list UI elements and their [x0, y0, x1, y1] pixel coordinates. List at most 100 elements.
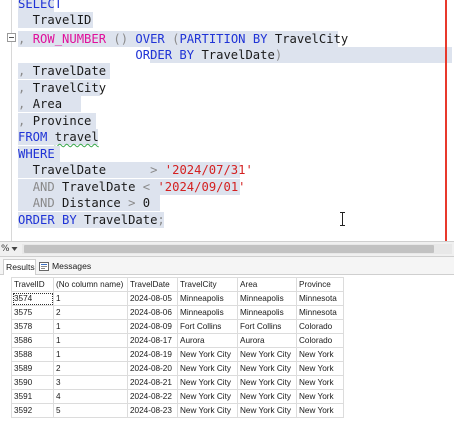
table-row[interactable]: 3588 1 2024-08-19 New York City New York Cit…: [11, 347, 344, 362]
query-editor[interactable]: SELECT TravelID , ROW_NUMBER () OVER (PAR…: [0, 0, 454, 241]
code-line[interactable]: AND Distance > 0: [18, 195, 150, 211]
table-cell[interactable]: New York City: [177, 403, 238, 418]
table-cell[interactable]: 2024-08-06: [127, 305, 178, 320]
table-row[interactable]: 3592 5 2024-08-23 New York City New York Cit…: [11, 403, 344, 418]
table-cell[interactable]: 3592: [11, 403, 54, 418]
collapse-toggle-icon[interactable]: [7, 33, 16, 42]
table-cell[interactable]: 2024-08-09: [127, 319, 178, 334]
table-cell[interactable]: 5: [53, 403, 128, 418]
table-cell[interactable]: 2024-08-21: [127, 375, 178, 390]
table-cell[interactable]: 1: [53, 333, 128, 348]
code-line[interactable]: ORDER BY TravelDate;: [18, 212, 165, 228]
code-line[interactable]: , Province: [18, 113, 91, 129]
code-line[interactable]: , Area: [18, 96, 62, 112]
table-cell[interactable]: Minnesota: [296, 291, 344, 306]
code-token: Province: [32, 114, 92, 128]
table-cell[interactable]: Aurora: [237, 333, 297, 348]
table-row[interactable]: 3575 2 2024-08-06 Minneapolis Minneapolis Min…: [11, 305, 344, 320]
table-row[interactable]: 3578 1 2024-08-09 Fort Collins Fort Collins C…: [11, 319, 344, 334]
code-line[interactable]: , ROW_NUMBER () OVER (PARTITION BY Trave…: [18, 31, 348, 47]
code-line[interactable]: FROM travel: [18, 129, 99, 145]
change-indicator-bar: [445, 0, 447, 241]
table-cell[interactable]: Minneapolis: [237, 305, 297, 320]
zoom-level[interactable]: %: [0, 242, 10, 256]
column-header[interactable]: (No column name): [53, 277, 128, 292]
table-cell[interactable]: 1: [53, 291, 128, 306]
table-cell[interactable]: New York: [296, 403, 344, 418]
table-cell[interactable]: Colorado: [296, 333, 344, 348]
code-line[interactable]: AND TravelDate < '2024/09/01': [18, 179, 246, 195]
table-cell[interactable]: Minnesota: [296, 305, 344, 320]
table-cell[interactable]: New York City: [177, 389, 238, 404]
table-cell[interactable]: 2024-08-23: [127, 403, 178, 418]
table-cell[interactable]: 3578: [11, 319, 54, 334]
code-token: Distance: [54, 196, 129, 210]
table-cell[interactable]: 3574: [11, 291, 54, 306]
table-cell[interactable]: Minneapolis: [237, 291, 297, 306]
table-cell[interactable]: Fort Collins: [237, 319, 297, 334]
table-cell[interactable]: New York City: [177, 361, 238, 376]
column-header[interactable]: TravelCity: [177, 277, 238, 292]
table-cell[interactable]: Aurora: [177, 333, 238, 348]
table-cell[interactable]: New York City: [237, 403, 297, 418]
table-cell[interactable]: 4: [53, 389, 128, 404]
table-cell[interactable]: 2024-08-22: [127, 389, 178, 404]
table-cell[interactable]: New York: [296, 361, 344, 376]
code-line[interactable]: , TravelCity: [18, 80, 106, 96]
code-token: AND: [32, 196, 55, 210]
code-token: 0: [135, 196, 151, 210]
table-cell[interactable]: 2024-08-05: [127, 291, 178, 306]
column-header[interactable]: Province: [296, 277, 344, 292]
table-cell[interactable]: New York City: [237, 347, 297, 362]
table-cell[interactable]: 3: [53, 375, 128, 390]
table-cell[interactable]: New York City: [237, 375, 297, 390]
code-line[interactable]: SELECT: [18, 0, 62, 12]
table-cell[interactable]: 2: [53, 361, 128, 376]
table-cell[interactable]: 3589: [11, 361, 54, 376]
code-line[interactable]: , TravelDate: [18, 63, 106, 79]
table-cell[interactable]: 2: [53, 305, 128, 320]
code-line[interactable]: ORDER BY TravelDate): [18, 47, 282, 63]
table-cell[interactable]: Minneapolis: [177, 305, 238, 320]
horizontal-scrollbar-thumb[interactable]: [24, 245, 434, 253]
table-cell[interactable]: 1: [53, 319, 128, 334]
table-cell[interactable]: Fort Collins: [177, 319, 238, 334]
table-cell[interactable]: 3586: [11, 333, 54, 348]
column-header[interactable]: Area: [237, 277, 297, 292]
code-token: ): [274, 48, 283, 62]
table-cell[interactable]: Colorado: [296, 319, 344, 334]
table-cell[interactable]: New York: [296, 389, 344, 404]
tab-messages[interactable]: Messages: [38, 259, 94, 275]
table-cell[interactable]: 3591: [11, 389, 54, 404]
table-cell[interactable]: 3588: [11, 347, 54, 362]
table-cell[interactable]: New York City: [237, 389, 297, 404]
table-row[interactable]: 3574 1 2024-08-05 Minneapolis Minneapolis Min…: [11, 291, 344, 306]
code-line[interactable]: WHERE: [18, 146, 55, 162]
code-line[interactable]: TravelDate > '2024/07/31': [18, 162, 253, 178]
editor-status-strip: %: [0, 241, 454, 257]
table-cell[interactable]: Minneapolis: [177, 291, 238, 306]
results-grid[interactable]: TravelID (No column name) TravelDate Tra…: [11, 277, 344, 418]
code-token: ,: [18, 32, 33, 46]
table-cell[interactable]: New York City: [177, 347, 238, 362]
table-cell[interactable]: New York: [296, 347, 344, 362]
table-cell[interactable]: 3590: [11, 375, 54, 390]
table-cell[interactable]: New York City: [237, 361, 297, 376]
chevron-down-icon[interactable]: [11, 246, 18, 252]
code-line[interactable]: TravelID: [18, 12, 92, 28]
table-row[interactable]: 3591 4 2024-08-22 New York City New York Cit…: [11, 389, 344, 404]
table-row[interactable]: 3586 1 2024-08-17 Aurora Aurora Colorado: [11, 333, 344, 348]
table-row[interactable]: 3590 3 2024-08-21 New York City New York Cit…: [11, 375, 344, 390]
table-cell[interactable]: 2024-08-19: [127, 347, 178, 362]
code-token: ROW_NUMBER: [32, 32, 107, 46]
table-cell[interactable]: 1: [53, 347, 128, 362]
table-cell[interactable]: 3575: [11, 305, 54, 320]
table-cell[interactable]: New York City: [177, 375, 238, 390]
table-row[interactable]: 3589 2 2024-08-20 New York City New York Cit…: [11, 361, 344, 376]
column-header[interactable]: TravelDate: [127, 277, 178, 292]
table-cell[interactable]: 2024-08-17: [127, 333, 178, 348]
table-cell[interactable]: 2024-08-20: [127, 361, 178, 376]
table-cell[interactable]: New York: [296, 375, 344, 390]
column-header[interactable]: TravelID: [11, 277, 54, 292]
tab-results[interactable]: Results: [3, 259, 36, 275]
